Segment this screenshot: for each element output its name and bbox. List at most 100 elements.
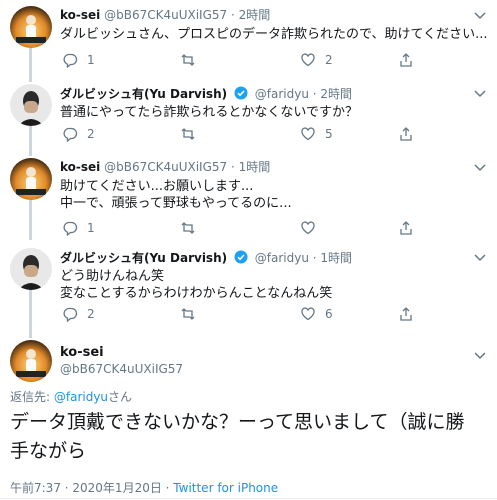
display-name[interactable]: ダルビッシュ有(Yu Darvish): [60, 87, 227, 101]
avatar[interactable]: [10, 6, 52, 48]
reply-icon: [63, 221, 78, 236]
tweet-text: データ頂戴できないかな？ーって思いまして（誠に勝 手ながら: [10, 408, 490, 466]
avatar[interactable]: [10, 84, 52, 126]
reply-icon: [63, 53, 78, 68]
like-button[interactable]: 2: [300, 52, 333, 68]
tweet-text-line: ダルビッシュさん、プロスピのデータ詐欺られたので、助けてください...: [60, 27, 488, 42]
like-count: 6: [325, 307, 333, 321]
display-name[interactable]: ko-sei: [60, 345, 104, 360]
heart-icon: [301, 307, 315, 321]
reply-target-link[interactable]: @faridyu: [54, 390, 108, 404]
tweet-text: 普通にやってたら詐欺られるとかなくないですか？: [60, 104, 358, 121]
share-icon: [400, 53, 412, 67]
timestamp[interactable]: 2時間: [239, 8, 271, 22]
share-button[interactable]: [398, 306, 414, 322]
more-options-icon[interactable]: [473, 8, 487, 27]
retweet-icon: [181, 128, 195, 140]
separator-dot: ·: [312, 87, 317, 101]
share-button[interactable]: [398, 52, 414, 68]
focused-tweet: ko-sei @bB67CK4uUXiIG57 返信先: @faridyuさん …: [0, 340, 497, 500]
reply-icon: [63, 307, 78, 322]
tweet-actions: 2 5: [60, 126, 420, 142]
reply-button[interactable]: 1: [62, 220, 95, 236]
tweet-text-line: 助けてください...お願いします...: [60, 179, 254, 194]
retweet-icon: [181, 222, 195, 234]
tweet-actions: 1: [60, 220, 420, 236]
tweet-actions: 1 2: [60, 52, 420, 68]
retweet-button[interactable]: [180, 126, 205, 142]
tweet-text: 助けてください...お願いします... 中一で、頑張って野球もやってるのに...: [60, 178, 292, 212]
share-icon: [400, 127, 412, 141]
reply-button[interactable]: 2: [62, 306, 95, 322]
reply-button[interactable]: 2: [62, 126, 95, 142]
avatar[interactable]: [10, 248, 52, 290]
like-count: 2: [325, 53, 333, 67]
retweet-button[interactable]: [180, 306, 205, 322]
reply-suffix: さん: [108, 390, 133, 404]
divider: [0, 498, 497, 499]
reply-count: 2: [87, 127, 95, 141]
tweet-text-line: 手ながら: [10, 440, 87, 462]
like-button[interactable]: 5: [300, 126, 333, 142]
timestamp[interactable]: 1時間: [320, 251, 352, 265]
tweet-text-line: 普通にやってたら詐欺られるとかなくないですか？: [60, 105, 358, 120]
user-handle[interactable]: @bB67CK4uUXiIG57: [104, 160, 227, 174]
display-name[interactable]: ko-sei: [60, 8, 100, 22]
tweet-header: ko-sei @bB67CK4uUXiIG57 · 1時間: [60, 160, 270, 175]
retweet-button[interactable]: [180, 220, 205, 236]
tweet-text: どう助けんねん笑 変なことするからわけわからんことなんねん笑: [60, 268, 332, 302]
tweet[interactable]: ダルビッシュ有(Yu Darvish) @faridyu · 2時間 普通にやっ…: [0, 84, 497, 154]
user-handle[interactable]: @faridyu: [255, 251, 309, 265]
verified-badge-icon: [234, 86, 248, 104]
tweet-text-line: どう助けんねん笑: [60, 269, 165, 284]
reply-icon: [63, 127, 78, 142]
tweet-text: ダルビッシュさん、プロスピのデータ詐欺られたので、助けてください...: [60, 26, 488, 43]
reply-context: 返信先: @faridyuさん: [10, 388, 132, 405]
more-options-icon[interactable]: [473, 348, 487, 367]
user-handle[interactable]: @faridyu: [255, 87, 309, 101]
reply-button[interactable]: 1: [62, 52, 95, 68]
user-handle[interactable]: @bB67CK4uUXiIG57: [60, 362, 183, 376]
tweet-text-line: 変なことするからわけわからんことなんねん笑: [60, 286, 333, 301]
tweet-timestamp[interactable]: 午前7:37 · 2020年1月20日 ·: [10, 481, 173, 495]
timestamp[interactable]: 2時間: [320, 87, 352, 101]
tweet-header: ko-sei @bB67CK4uUXiIG57 · 2時間: [60, 8, 270, 23]
heart-icon: [301, 53, 315, 67]
display-name[interactable]: ko-sei: [60, 160, 100, 174]
retweet-button[interactable]: [180, 52, 205, 68]
tweet-actions: 2 6: [60, 306, 420, 322]
tweet[interactable]: ダルビッシュ有(Yu Darvish) @faridyu · 1時間 どう助けん…: [0, 248, 497, 332]
tweet-header: ダルビッシュ有(Yu Darvish) @faridyu · 2時間: [60, 86, 352, 104]
share-button[interactable]: [398, 126, 414, 142]
more-options-icon[interactable]: [473, 86, 487, 105]
tweet[interactable]: ko-sei @bB67CK4uUXiIG57 · 1時間 助けてください...…: [0, 158, 497, 242]
like-button[interactable]: 6: [300, 306, 333, 322]
reply-count: 1: [87, 53, 95, 67]
heart-icon: [301, 127, 315, 141]
tweet-text-line: 中一で、頑張って野球もやってるのに...: [60, 196, 292, 211]
reply-count: 2: [87, 307, 95, 321]
tweet-source-link[interactable]: Twitter for iPhone: [173, 481, 278, 495]
display-name[interactable]: ダルビッシュ有(Yu Darvish): [60, 251, 227, 265]
timestamp[interactable]: 1時間: [239, 160, 271, 174]
separator-dot: ·: [312, 251, 317, 265]
avatar[interactable]: [10, 158, 52, 200]
user-handle[interactable]: @bB67CK4uUXiIG57: [104, 8, 227, 22]
tweet-text-line: データ頂戴できないかな？ーって思いまして（誠に勝: [10, 411, 465, 433]
tweet-header: ダルビッシュ有(Yu Darvish) @faridyu · 1時間: [60, 250, 352, 268]
share-button[interactable]: [398, 220, 414, 236]
separator-dot: ·: [231, 8, 235, 22]
reply-count: 1: [87, 221, 95, 235]
verified-badge-icon: [234, 250, 248, 268]
retweet-icon: [181, 308, 195, 320]
avatar[interactable]: [10, 340, 52, 382]
separator-dot: ·: [231, 160, 235, 174]
more-options-icon[interactable]: [473, 250, 487, 269]
share-icon: [400, 221, 412, 235]
like-button[interactable]: [300, 220, 325, 236]
tweet[interactable]: ko-sei @bB67CK4uUXiIG57 · 2時間 ダルビッシュさん、プ…: [0, 6, 497, 76]
share-icon: [400, 307, 412, 321]
like-count: 5: [325, 127, 333, 141]
reply-prefix: 返信先:: [10, 390, 54, 404]
more-options-icon[interactable]: [473, 160, 487, 179]
